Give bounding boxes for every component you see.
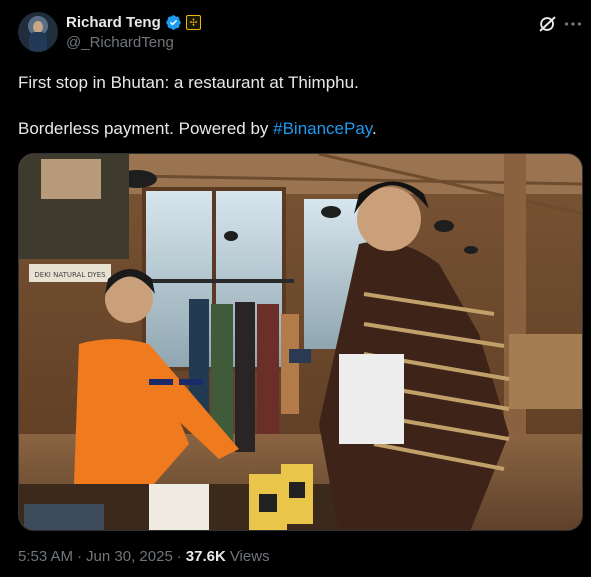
post-line-2-suffix: . bbox=[372, 119, 377, 138]
meta-separator-1: · bbox=[77, 548, 83, 565]
author-name-row: Richard Teng bbox=[66, 12, 201, 32]
views-label: Views bbox=[229, 548, 270, 565]
avatar[interactable] bbox=[18, 12, 58, 52]
avatar-body bbox=[29, 32, 47, 52]
post-line-2: Borderless payment. Powered by #BinanceP… bbox=[18, 117, 573, 140]
post-meta: 5:53 AM · Jun 30, 2025 · 37.6K Views bbox=[18, 548, 270, 565]
binance-affiliate-icon[interactable] bbox=[185, 14, 201, 30]
store-sign-text: DEKI NATURAL DYES bbox=[34, 271, 106, 279]
laptop bbox=[24, 504, 104, 530]
grok-icon[interactable] bbox=[537, 13, 559, 35]
hashtag-link[interactable]: #BinancePay bbox=[273, 119, 372, 138]
verified-badge-icon[interactable] bbox=[165, 14, 182, 31]
views-count[interactable]: 37.6K bbox=[186, 548, 226, 565]
dining-table bbox=[509, 334, 582, 409]
post: Richard Teng @_RichardTeng First stop in… bbox=[0, 0, 591, 577]
meta-separator-2: · bbox=[176, 548, 182, 565]
post-line-2-prefix: Borderless payment. Powered by bbox=[18, 119, 274, 138]
thangka-art bbox=[41, 159, 101, 199]
post-date[interactable]: Jun 30, 2025 bbox=[86, 548, 173, 565]
post-photo[interactable]: DEKI NATURAL DYES bbox=[18, 153, 583, 531]
photo-illustration: DEKI NATURAL DYES bbox=[19, 154, 582, 530]
author-handle[interactable]: @_RichardTeng bbox=[66, 34, 174, 51]
post-line-1: First stop in Bhutan: a restaurant at Th… bbox=[18, 73, 359, 92]
post-time[interactable]: 5:53 AM bbox=[18, 548, 73, 565]
more-icon[interactable] bbox=[562, 13, 584, 35]
post-text: First stop in Bhutan: a restaurant at Th… bbox=[18, 71, 573, 140]
display-name[interactable]: Richard Teng bbox=[66, 14, 161, 31]
